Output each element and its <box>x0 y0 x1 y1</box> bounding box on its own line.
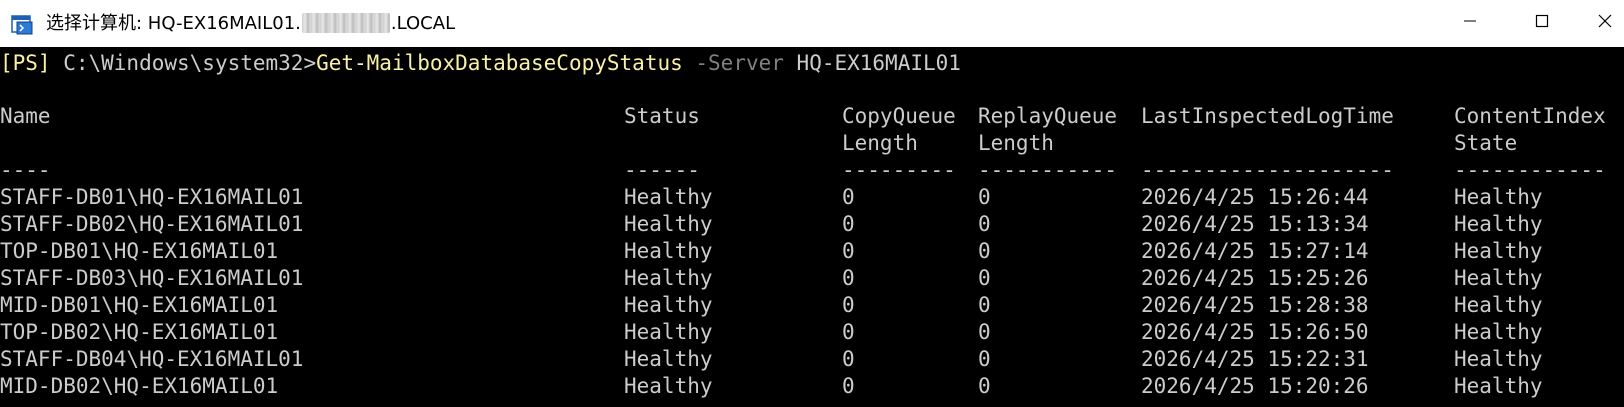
row-contentindex: Healthy <box>1454 239 1543 263</box>
header-replayqueue-length: Length <box>978 131 1054 155</box>
row-name: MID-DB01\HQ-EX16MAIL01 <box>0 293 279 317</box>
row-replayqueue: 0 <box>978 185 991 209</box>
table-row: STAFF-DB01\HQ-EX16MAIL01 Healthy 0 0 202… <box>0 184 1624 211</box>
prompt-parameter: -Server <box>682 51 784 75</box>
window-title-prefix: 选择计算机: HQ-EX16MAIL01. <box>46 13 301 34</box>
row-copyqueue: 0 <box>842 293 855 317</box>
row-contentindex: Healthy <box>1454 293 1543 317</box>
header-line-2: Length Length State <box>0 130 1624 157</box>
table-row: TOP-DB02\HQ-EX16MAIL01 Healthy 0 0 2026/… <box>0 319 1624 346</box>
row-copyqueue: 0 <box>842 239 855 263</box>
row-name: TOP-DB02\HQ-EX16MAIL01 <box>0 320 279 344</box>
row-replayqueue: 0 <box>978 239 991 263</box>
row-copyqueue: 0 <box>842 185 855 209</box>
header-copyqueue: CopyQueue <box>842 104 956 128</box>
header-separator-line: ---- ------ --------- ----------- ------… <box>0 157 1624 184</box>
row-replayqueue: 0 <box>978 320 991 344</box>
separator-name: ---- <box>0 158 51 182</box>
row-copyqueue: 0 <box>842 212 855 236</box>
row-contentindex: Healthy <box>1454 212 1543 236</box>
maximize-button[interactable] <box>1514 0 1570 47</box>
row-status: Healthy <box>624 374 713 398</box>
separator-contentindex: ------------ <box>1454 158 1606 182</box>
table-row: TOP-DB01\HQ-EX16MAIL01 Healthy 0 0 2026/… <box>0 238 1624 265</box>
row-status: Healthy <box>624 347 713 371</box>
row-contentindex: Healthy <box>1454 374 1543 398</box>
header-copyqueue-length: Length <box>842 131 918 155</box>
title-bar[interactable]: 选择计算机: HQ-EX16MAIL01. .LOCAL <box>0 0 1624 47</box>
row-lastinspectedlogtime: 2026/4/25 15:28:38 <box>1141 293 1369 317</box>
table-row: STAFF-DB03\HQ-EX16MAIL01 Healthy 0 0 202… <box>0 265 1624 292</box>
row-lastinspectedlogtime: 2026/4/25 15:26:44 <box>1141 185 1369 209</box>
row-lastinspectedlogtime: 2026/4/25 15:20:26 <box>1141 374 1369 398</box>
row-status: Healthy <box>624 239 713 263</box>
header-contentindex: ContentIndex <box>1454 104 1606 128</box>
prompt-command: Get-MailboxDatabaseCopyStatus <box>316 51 683 75</box>
row-replayqueue: 0 <box>978 347 991 371</box>
row-name: TOP-DB01\HQ-EX16MAIL01 <box>0 239 279 263</box>
row-status: Healthy <box>624 293 713 317</box>
row-replayqueue: 0 <box>978 374 991 398</box>
header-replayqueue: ReplayQueue <box>978 104 1118 128</box>
header-status: Status <box>624 104 700 128</box>
row-copyqueue: 0 <box>842 266 855 290</box>
console-window: 选择计算机: HQ-EX16MAIL01. .LOCAL [PS] C:\Wind… <box>0 0 1624 407</box>
separator-status: ------ <box>624 158 700 182</box>
powershell-window-icon[interactable] <box>11 13 33 35</box>
row-name: STAFF-DB03\HQ-EX16MAIL01 <box>0 266 304 290</box>
table-row: MID-DB01\HQ-EX16MAIL01 Healthy 0 0 2026/… <box>0 292 1624 319</box>
row-contentindex: Healthy <box>1454 347 1543 371</box>
close-button[interactable] <box>1586 0 1624 47</box>
redacted-domain-block <box>301 13 390 33</box>
row-contentindex: Healthy <box>1454 320 1543 344</box>
table-row: MID-DB02\HQ-EX16MAIL01 Healthy 0 0 2026/… <box>0 373 1624 400</box>
row-copyqueue: 0 <box>842 320 855 344</box>
row-status: Healthy <box>624 185 713 209</box>
console-output[interactable]: [PS] C:\Windows\system32>Get-MailboxData… <box>0 47 1624 407</box>
row-contentindex: Healthy <box>1454 185 1543 209</box>
prompt-tag: [PS] <box>0 51 51 75</box>
row-copyqueue: 0 <box>842 374 855 398</box>
header-line-1: Name Status CopyQueue ReplayQueue LastIn… <box>0 103 1624 130</box>
separator-copyqueue: --------- <box>842 158 956 182</box>
prompt-path: C:\Windows\system32> <box>50 51 317 75</box>
header-contentindex-state: State <box>1454 131 1518 155</box>
row-name: STAFF-DB01\HQ-EX16MAIL01 <box>0 185 304 209</box>
row-contentindex: Healthy <box>1454 266 1543 290</box>
row-name: STAFF-DB04\HQ-EX16MAIL01 <box>0 347 304 371</box>
row-replayqueue: 0 <box>978 212 991 236</box>
row-lastinspectedlogtime: 2026/4/25 15:27:14 <box>1141 239 1369 263</box>
row-lastinspectedlogtime: 2026/4/25 15:25:26 <box>1141 266 1369 290</box>
row-status: Healthy <box>624 320 713 344</box>
row-lastinspectedlogtime: 2026/4/25 15:22:31 <box>1141 347 1369 371</box>
maximize-icon <box>1534 13 1550 34</box>
header-name: Name <box>0 104 51 128</box>
separator-replayqueue: ----------- <box>978 158 1118 182</box>
row-name: STAFF-DB02\HQ-EX16MAIL01 <box>0 212 304 236</box>
window-title: 选择计算机: HQ-EX16MAIL01. .LOCAL <box>46 0 455 47</box>
prompt-line: [PS] C:\Windows\system32>Get-MailboxData… <box>0 50 1624 77</box>
minimize-button[interactable] <box>1442 0 1498 47</box>
row-lastinspectedlogtime: 2026/4/25 15:13:34 <box>1141 212 1369 236</box>
separator-lastinspectedlogtime: -------------------- <box>1141 158 1394 182</box>
row-copyqueue: 0 <box>842 347 855 371</box>
row-status: Healthy <box>624 212 713 236</box>
table-row: STAFF-DB04\HQ-EX16MAIL01 Healthy 0 0 202… <box>0 346 1624 373</box>
header-lastinspectedlogtime: LastInspectedLogTime <box>1141 104 1394 128</box>
window-title-suffix: .LOCAL <box>390 13 456 34</box>
row-lastinspectedlogtime: 2026/4/25 15:26:50 <box>1141 320 1369 344</box>
close-icon <box>1597 13 1613 34</box>
row-replayqueue: 0 <box>978 266 991 290</box>
minimize-icon <box>1462 13 1478 34</box>
row-name: MID-DB02\HQ-EX16MAIL01 <box>0 374 279 398</box>
row-status: Healthy <box>624 266 713 290</box>
prompt-argument: HQ-EX16MAIL01 <box>783 51 961 75</box>
row-replayqueue: 0 <box>978 293 991 317</box>
table-row: STAFF-DB02\HQ-EX16MAIL01 Healthy 0 0 202… <box>0 211 1624 238</box>
